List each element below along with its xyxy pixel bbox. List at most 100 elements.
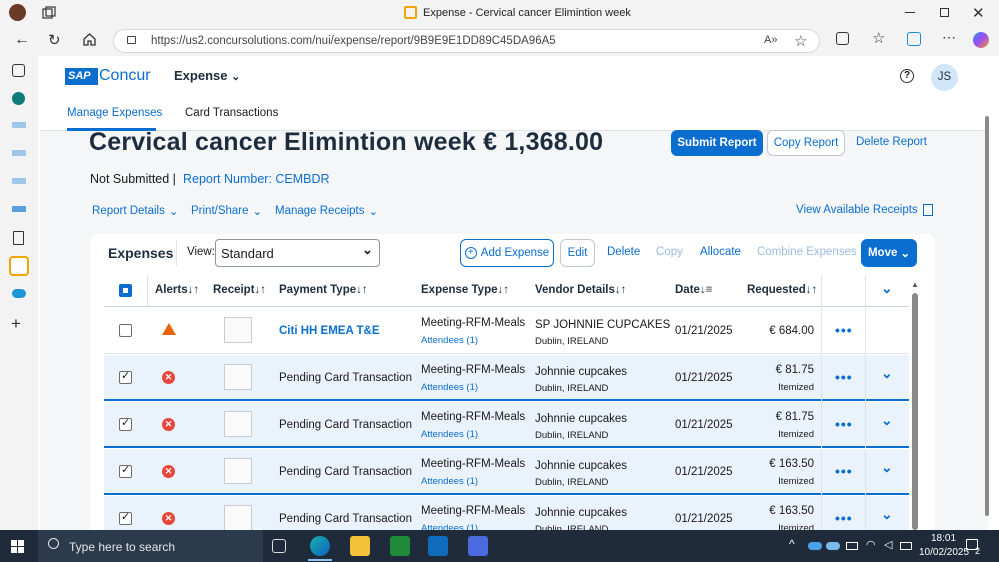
attendees-link[interactable]: Attendees (1) [421,476,478,487]
sap-app-icon-4[interactable] [12,206,26,212]
column-header-alerts[interactable]: Alerts↓↑ [155,284,199,296]
row-checkbox[interactable]: ✓ [119,417,132,431]
restore-icon[interactable] [940,8,949,17]
move-button[interactable]: Move ⌄ [861,239,917,267]
file-explorer-icon[interactable] [350,536,370,556]
expand-all-chevron-icon[interactable]: ⌄ [881,280,893,297]
copy-button[interactable]: Copy [656,246,683,258]
clock-date[interactable]: 10/02/2025 [919,547,969,558]
module-menu[interactable]: Expense ⌄ [174,68,240,83]
submit-report-button[interactable]: Submit Report [671,130,763,156]
extensions-icon[interactable] [836,32,849,45]
document-icon[interactable] [13,231,24,245]
windows-start-icon[interactable] [11,540,24,553]
table-scrollbar[interactable]: ▲ [911,280,919,530]
receipt-thumbnail[interactable] [224,364,252,390]
more-actions-icon[interactable]: ••• [835,463,853,479]
more-actions-icon[interactable]: ••• [835,510,853,526]
avatar[interactable]: JS [931,64,958,91]
onedrive-icon[interactable] [808,542,822,550]
concur-logo-text[interactable]: Concur [99,67,151,85]
outlook-icon[interactable] [428,536,448,556]
sap-app-icon-1[interactable] [12,122,26,128]
task-view-icon[interactable] [272,539,286,553]
report-details-menu[interactable]: Report Details ⌄ [92,204,179,218]
green-app-icon[interactable] [390,536,410,556]
row-checkbox[interactable] [119,324,132,337]
column-header-receipt[interactable]: Receipt↓↑ [213,284,266,296]
add-expense-button[interactable]: + Add Expense [460,239,554,267]
receipt-thumbnail[interactable] [224,505,252,530]
favorite-star-icon[interactable]: ☆ [794,32,807,50]
print-share-menu[interactable]: Print/Share ⌄ [191,204,262,218]
more-actions-icon[interactable]: ••• [835,322,853,338]
column-header-payment-type[interactable]: Payment Type↓↑ [279,284,368,296]
add-sidebar-icon[interactable]: + [11,314,21,334]
sap-app-icon-2[interactable] [12,150,26,156]
view-available-receipts-link[interactable]: View Available Receipts [796,204,933,216]
receipt-thumbnail[interactable] [224,317,252,343]
url-text[interactable]: https://us2.concursolutions.com/nui/expe… [151,35,556,47]
url-bar[interactable]: https://us2.concursolutions.com/nui/expe… [113,29,820,53]
concur-sidebar-icon[interactable] [9,256,29,276]
row-checkbox[interactable]: ✓ [119,464,132,478]
more-actions-icon[interactable]: ••• [835,369,853,385]
minimize-icon[interactable] [905,12,915,13]
expand-row-chevron-icon[interactable]: ⌄ [881,412,893,429]
keyboard-icon[interactable] [900,542,912,550]
more-actions-icon[interactable]: ••• [835,416,853,432]
attendees-link[interactable]: Attendees (1) [421,429,478,440]
read-aloud-icon[interactable]: A» [764,34,777,46]
profile-avatar[interactable] [9,4,26,21]
error-icon[interactable]: ✕ [162,418,175,431]
battery-icon[interactable] [846,542,858,550]
column-header-expense-type[interactable]: Expense Type↓↑ [421,284,509,296]
refresh-icon[interactable]: ↻ [48,31,61,49]
delete-button[interactable]: Delete [607,246,640,258]
edit-button[interactable]: Edit [560,239,595,267]
receipt-thumbnail[interactable] [224,458,252,484]
back-icon[interactable]: ← [14,31,30,49]
delete-report-button[interactable]: Delete Report [856,136,927,148]
attendees-link[interactable]: Attendees (1) [421,382,478,393]
attendees-link[interactable]: Attendees (1) [421,523,478,530]
allocate-button[interactable]: Allocate [700,246,741,258]
expand-row-chevron-icon[interactable]: ⌄ [881,506,893,523]
favorites-icon[interactable]: ☆ [872,29,885,47]
browser-essentials-icon[interactable] [907,32,921,46]
error-icon[interactable]: ✕ [162,371,175,384]
column-header-requested[interactable]: Requested↓↑ [747,284,817,296]
tray-overflow-icon[interactable]: ^ [789,537,795,551]
workspaces-icon[interactable] [42,6,56,20]
edge-taskbar-icon[interactable] [310,536,330,556]
warning-icon[interactable] [162,323,176,335]
expand-row-chevron-icon[interactable]: ⌄ [881,365,893,382]
copilot-icon[interactable] [973,32,989,48]
clock-time[interactable]: 18:01 [931,533,956,544]
row-checkbox[interactable]: ✓ [119,511,132,525]
page-scrollbar[interactable] [985,116,989,516]
sharepoint-icon[interactable] [12,92,25,105]
view-select[interactable]: Standard ⌄ [215,239,380,267]
tab-card-transactions[interactable]: Card Transactions [185,107,278,119]
scroll-up-arrow-icon[interactable]: ▲ [911,280,919,289]
column-header-vendor-details[interactable]: Vendor Details↓↑ [535,284,626,296]
select-all-checkbox[interactable] [119,284,132,297]
error-icon[interactable]: ✕ [162,512,175,525]
copy-report-button[interactable]: Copy Report [767,130,845,156]
row-checkbox[interactable]: ✓ [119,370,132,384]
expand-row-chevron-icon[interactable]: ⌄ [881,459,893,476]
onedrive-icon-2[interactable] [826,542,840,550]
manage-receipts-menu[interactable]: Manage Receipts ⌄ [275,204,378,218]
close-icon[interactable]: ✕ [972,4,985,22]
lock-icon[interactable] [127,36,136,44]
home-icon[interactable] [82,32,97,47]
tab-manage-expenses[interactable]: Manage Expenses [67,107,162,119]
receipt-thumbnail[interactable] [224,411,252,437]
payment-type-link[interactable]: Citi HH EMEA T&E [279,325,380,337]
sap-app-icon-3[interactable] [12,178,26,184]
error-icon[interactable]: ✕ [162,465,175,478]
salesforce-icon[interactable] [12,289,26,298]
column-header-date[interactable]: Date↓≡ [675,284,712,296]
attendees-link[interactable]: Attendees (1) [421,335,478,346]
